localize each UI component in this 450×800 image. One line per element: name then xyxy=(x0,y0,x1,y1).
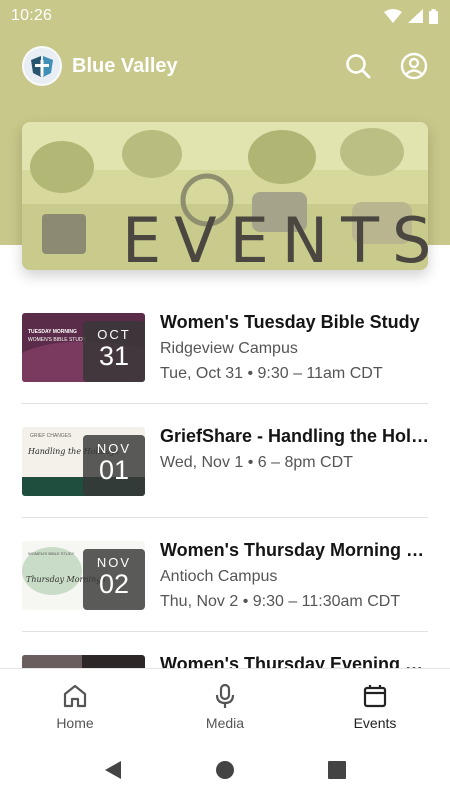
event-thumbnail: GRIEF CHANGES Handling the Holidays NOV … xyxy=(22,427,145,496)
event-item[interactable]: WOMEN'S BIBLE STUDY Thursday Mornings NO… xyxy=(22,518,428,632)
nav-home[interactable]: Home xyxy=(0,669,150,740)
date-day: 31 xyxy=(98,341,130,371)
nav-media[interactable]: Media xyxy=(150,669,300,740)
system-navigation-bar xyxy=(0,740,450,800)
thumb-caption: WOMEN'S BIBLE STUDY xyxy=(28,551,75,556)
event-thumbnail xyxy=(22,655,145,668)
thumb-caption: TUESDAY MORNING xyxy=(28,329,77,335)
event-datetime: Wed, Nov 1 • 6 – 8pm CDT xyxy=(160,454,353,471)
event-title: GriefShare - Handling the Holidays xyxy=(160,426,428,446)
account-button[interactable] xyxy=(400,52,428,80)
signal-icon xyxy=(408,9,423,23)
date-badge: NOV 01 xyxy=(83,435,145,496)
church-logo[interactable] xyxy=(22,46,62,86)
recents-icon[interactable] xyxy=(327,760,347,780)
event-item[interactable]: GRIEF CHANGES Handling the Holidays NOV … xyxy=(22,404,428,518)
thumb-caption: GRIEF CHANGES xyxy=(30,433,72,439)
event-datetime: Thu, Nov 2 • 9:30 – 11:30am CDT xyxy=(160,593,401,610)
event-thumbnail: TUESDAY MORNING WOMEN'S BIBLE STUDY OCT … xyxy=(22,313,145,382)
event-title: Women's Thursday Evening Bible Study xyxy=(160,654,428,668)
search-icon xyxy=(346,54,371,79)
event-item[interactable]: TUESDAY MORNING WOMEN'S BIBLE STUDY OCT … xyxy=(22,290,428,404)
event-title: Women's Tuesday Bible Study xyxy=(160,312,420,332)
wifi-icon xyxy=(384,9,402,23)
nav-label: Media xyxy=(205,715,245,731)
event-list: TUESDAY MORNING WOMEN'S BIBLE STUDY OCT … xyxy=(22,290,428,668)
calendar-icon xyxy=(363,685,387,708)
date-month: NOV xyxy=(96,555,132,570)
thumb-caption: WOMEN'S BIBLE STUDY xyxy=(28,337,86,343)
nav-events[interactable]: Events xyxy=(300,669,450,740)
search-button[interactable] xyxy=(344,52,372,80)
app-bar: Blue Valley xyxy=(0,40,450,92)
microphone-icon xyxy=(215,683,235,708)
banner-title: EVENTS xyxy=(122,204,428,271)
status-icons xyxy=(384,8,438,24)
bottom-navigation: Home Media Events xyxy=(0,668,450,740)
date-month: OCT xyxy=(97,327,131,342)
home-icon xyxy=(63,684,87,708)
home-circle-icon[interactable] xyxy=(215,760,235,780)
date-badge: NOV 02 xyxy=(83,549,145,610)
date-month: NOV xyxy=(96,441,132,456)
event-thumbnail: WOMEN'S BIBLE STUDY Thursday Mornings NO… xyxy=(22,541,145,610)
event-item[interactable]: Women's Thursday Evening Bible Study xyxy=(22,632,428,668)
event-datetime: Tue, Oct 31 • 9:30 – 11am CDT xyxy=(160,365,383,382)
back-icon[interactable] xyxy=(103,760,123,780)
date-day: 02 xyxy=(98,569,130,599)
events-banner: EVENTS xyxy=(22,122,428,270)
date-badge: OCT 31 xyxy=(83,321,145,382)
event-location: Ridgeview Campus xyxy=(160,340,298,357)
date-day: 01 xyxy=(98,455,130,485)
event-thumbnail-image xyxy=(22,655,145,668)
status-bar: 10:26 xyxy=(0,0,450,32)
nav-label: Events xyxy=(353,715,397,731)
account-icon xyxy=(400,52,428,80)
event-title: Women's Thursday Morning Bible Study xyxy=(160,540,428,560)
app-title: Blue Valley xyxy=(72,54,178,77)
nav-label: Home xyxy=(56,715,94,731)
status-time: 10:26 xyxy=(11,7,53,24)
event-location: Antioch Campus xyxy=(160,568,278,585)
battery-icon xyxy=(429,8,438,24)
logo-icon xyxy=(31,56,53,77)
